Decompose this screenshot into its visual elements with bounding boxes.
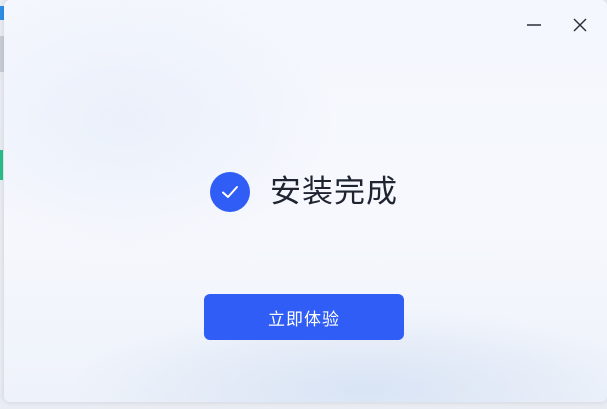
try-now-button[interactable]: 立即体验 bbox=[204, 294, 404, 340]
close-button[interactable] bbox=[567, 12, 593, 38]
close-icon bbox=[573, 18, 587, 32]
checkmark-circle-icon bbox=[210, 172, 250, 212]
install-status: 安装完成 bbox=[210, 172, 398, 212]
window-controls bbox=[521, 12, 593, 38]
checkmark-icon bbox=[222, 186, 238, 198]
minimize-button[interactable] bbox=[521, 12, 547, 38]
installer-dialog: 安装完成 立即体验 bbox=[4, 0, 607, 402]
status-title: 安装完成 bbox=[270, 174, 398, 210]
background-window-edge bbox=[0, 150, 3, 180]
minimize-icon bbox=[527, 24, 541, 26]
